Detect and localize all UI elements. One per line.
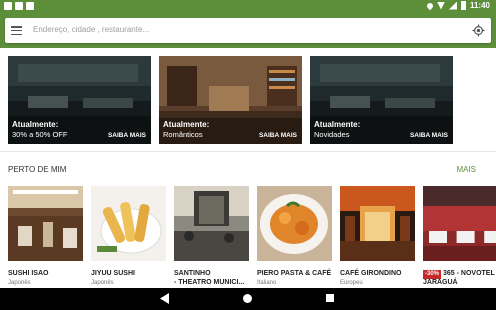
learn-more-link[interactable]: SAIBA MAIS (108, 132, 146, 139)
restaurant-cuisine: Japonês (8, 279, 31, 286)
recents-icon[interactable] (326, 294, 334, 302)
notification-icon (15, 2, 23, 10)
home-icon[interactable] (243, 294, 252, 303)
battery-icon (460, 1, 466, 10)
restaurant-name-line2: - THEATRO MUNICI... (174, 278, 245, 286)
promo-card[interactable]: Atualmente: 30% a 50% OFF SAIBA MAIS (8, 56, 151, 144)
signal-icon (448, 1, 457, 10)
restaurant-photo (8, 186, 83, 261)
system-icons: 11:40 (425, 1, 490, 10)
clock: 11:40 (469, 1, 490, 10)
restaurant-photo (257, 186, 332, 261)
learn-more-link[interactable]: SAIBA MAIS (410, 132, 448, 139)
restaurant-name-line2: JARAGUÁ (423, 278, 458, 286)
search-bar[interactable]: Endereço, cidade , restaurante... (5, 18, 491, 43)
menu-icon[interactable] (11, 26, 22, 36)
promo-title: Atualmente: (12, 120, 59, 129)
back-icon[interactable] (160, 293, 170, 304)
restaurant-cuisine: Japonês (91, 279, 114, 286)
system-nav-bar (0, 288, 496, 310)
search-input[interactable]: Endereço, cidade , restaurante... (33, 25, 149, 34)
restaurant-name: SANTINHO (174, 270, 211, 277)
status-bar: 11:40 (0, 0, 496, 13)
my-location-icon[interactable] (472, 24, 485, 37)
notification-icon (26, 2, 34, 10)
promo-carousel: Atualmente: 30% a 50% OFF SAIBA MAIS Atu… (8, 56, 488, 144)
promo-title: Atualmente: (314, 120, 361, 129)
restaurant-photo (340, 186, 415, 261)
more-link[interactable]: MAIS (456, 165, 476, 174)
restaurant-photo (91, 186, 166, 261)
restaurant-card[interactable]: SANTINHO - THEATRO MUNICI... (174, 186, 249, 287)
discount-badge: -30% (423, 270, 442, 279)
restaurant-cuisine: Europeu (340, 279, 363, 286)
promo-subtitle: Novidades (314, 130, 350, 139)
restaurant-name: -30% 365 - NOVOTEL (423, 270, 496, 279)
app-bar: Endereço, cidade , restaurante... (0, 13, 496, 48)
location-icon (425, 1, 435, 10)
promo-card[interactable]: Atualmente: Românticos SAIBA MAIS (159, 56, 302, 144)
restaurant-name: SUSHI ISAO (8, 270, 49, 277)
notification-icons (4, 2, 34, 10)
restaurant-name: JIYUU SUSHI (91, 270, 135, 277)
restaurant-cuisine: Italiano (257, 279, 277, 286)
promo-title: Atualmente: (163, 120, 210, 129)
section-title: PERTO DE MIM (8, 165, 67, 174)
wifi-icon (436, 1, 445, 10)
restaurant-name: CAFÉ GIRONDINO (340, 270, 402, 277)
restaurant-name: PIERO PASTA & CAFÉ (257, 270, 332, 277)
promo-subtitle: Românticos (163, 130, 203, 139)
restaurant-photo (174, 186, 249, 261)
promo-card[interactable]: Atualmente: Novidades SAIBA MAIS (310, 56, 453, 144)
section-divider (0, 151, 496, 152)
restaurant-card[interactable]: SUSHI ISAO Japonês (8, 186, 83, 286)
restaurant-photo (423, 186, 496, 261)
restaurant-card[interactable]: JIYUU SUSHI Japonês (91, 186, 166, 286)
restaurant-card[interactable]: -30% 365 - NOVOTEL JARAGUÁ (423, 186, 496, 287)
notification-icon (4, 2, 12, 10)
restaurant-card[interactable]: CAFÉ GIRONDINO Europeu (340, 186, 415, 286)
nearby-restaurant-list: SUSHI ISAO Japonês JIYUU SUSHI Japonês S… (8, 186, 496, 289)
restaurant-card[interactable]: PIERO PASTA & CAFÉ Italiano (257, 186, 332, 286)
learn-more-link[interactable]: SAIBA MAIS (259, 132, 297, 139)
promo-subtitle: 30% a 50% OFF (12, 130, 68, 139)
restaurant-name-text: 365 - NOVOTEL (443, 270, 495, 277)
